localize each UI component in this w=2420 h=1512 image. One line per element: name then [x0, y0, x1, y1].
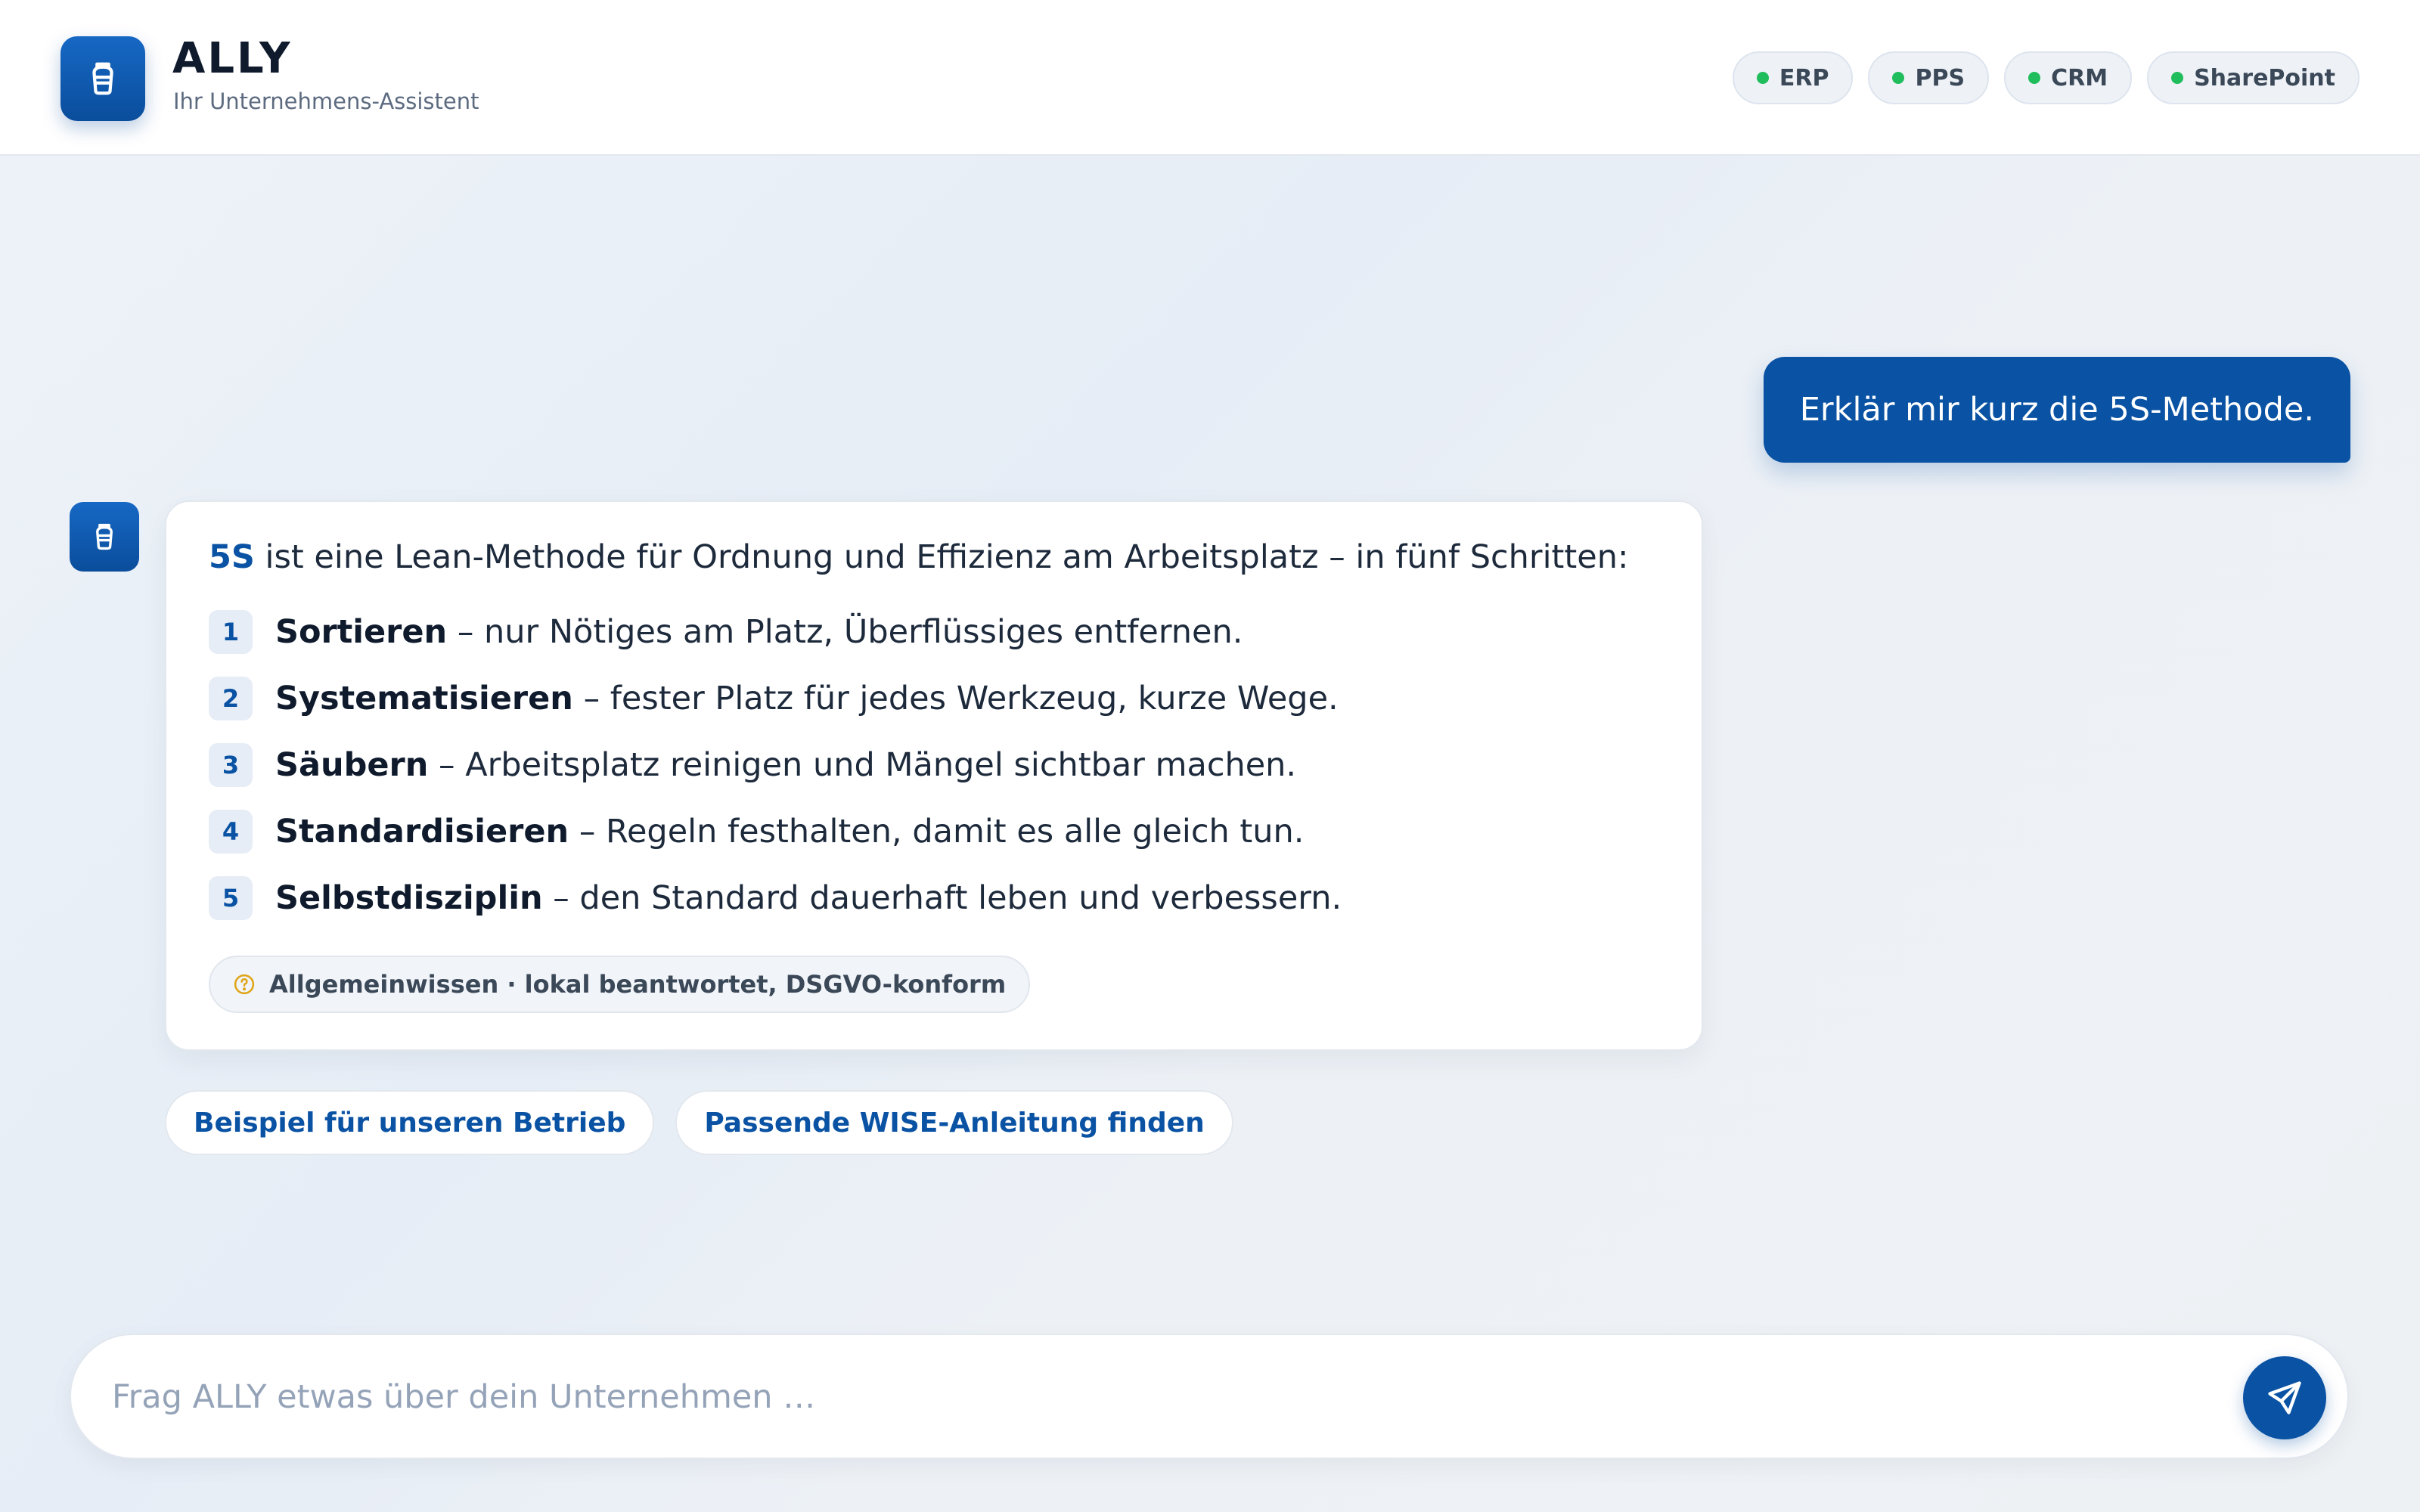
- step-item: 4 Standardisieren – Regeln festhalten, d…: [209, 807, 1304, 856]
- system-label: CRM: [2051, 64, 2108, 91]
- step-text: Selbstdisziplin – den Standard dauerhaft…: [275, 879, 1342, 917]
- assistant-answer-card: 5S ist eine Lean-Methode für Ordnung und…: [165, 500, 1703, 1051]
- step-term: Sortieren: [275, 613, 448, 651]
- step-text: Säubern – Arbeitsplatz reinigen und Mäng…: [275, 746, 1296, 784]
- user-message-bubble: Erklär mir kurz die 5S-Methode.: [1763, 357, 2350, 463]
- step-number: 3: [209, 743, 253, 787]
- step-term: Systematisieren: [275, 680, 573, 717]
- answer-intro-term: 5S: [209, 538, 255, 576]
- step-item: 2 Systematisieren – fester Platz für jed…: [209, 674, 1339, 723]
- step-text: Standardisieren – Regeln festhalten, dam…: [275, 813, 1304, 850]
- system-pill-sharepoint[interactable]: SharePoint: [2147, 51, 2360, 104]
- app-title: ALLY: [172, 34, 293, 83]
- user-message-text: Erklär mir kurz die 5S-Methode.: [1799, 391, 2314, 429]
- status-dot: [2028, 72, 2041, 84]
- question-circle-icon: [234, 974, 255, 995]
- answer-intro: 5S ist eine Lean-Methode für Ordnung und…: [209, 538, 1628, 576]
- step-number: 5: [209, 876, 253, 920]
- step-text: Systematisieren – fester Platz für jedes…: [275, 680, 1339, 717]
- step-desc: – Arbeitsplatz reinigen und Mängel sicht…: [428, 746, 1297, 784]
- source-badge[interactable]: Allgemeinwissen · lokal beantwortet, DSG…: [209, 956, 1031, 1013]
- system-pill-erp[interactable]: ERP: [1732, 51, 1854, 104]
- answer-intro-text: ist eine Lean-Methode für Ordnung und Ef…: [254, 538, 1629, 576]
- step-desc: – fester Platz für jedes Werkzeug, kurze…: [572, 680, 1339, 717]
- status-dot: [2171, 72, 2184, 84]
- step-number: 2: [209, 677, 253, 720]
- app-logo: [60, 36, 145, 121]
- step-number: 1: [209, 610, 253, 654]
- connected-systems: ERP PPS CRM SharePoint: [1732, 51, 2360, 104]
- step-term: Säubern: [275, 746, 429, 784]
- system-pill-pps[interactable]: PPS: [1868, 51, 1990, 104]
- step-term: Selbstdisziplin: [275, 879, 543, 917]
- step-text: Sortieren – nur Nötiges am Platz, Überfl…: [275, 613, 1243, 651]
- suggestion-wise-guide-button[interactable]: Passende WISE-Anleitung finden: [675, 1090, 1233, 1155]
- app-subtitle: Ihr Unternehmens-Assistent: [173, 88, 479, 114]
- step-desc: – Regeln festhalten, damit es alle gleic…: [569, 813, 1305, 850]
- step-desc: – den Standard dauerhaft leben und verbe…: [542, 879, 1342, 917]
- system-label: PPS: [1915, 64, 1965, 91]
- step-item: 3 Säubern – Arbeitsplatz reinigen und Mä…: [209, 741, 1296, 789]
- system-pill-crm[interactable]: CRM: [2004, 51, 2133, 104]
- message-composer: [70, 1334, 2349, 1459]
- step-item: 5 Selbstdisziplin – den Standard dauerha…: [209, 874, 1342, 922]
- source-label: Allgemeinwissen · lokal beantwortet, DSG…: [269, 970, 1007, 999]
- step-number: 4: [209, 810, 253, 854]
- assistant-cup-icon: [92, 62, 113, 95]
- system-label: ERP: [1779, 64, 1829, 91]
- app-header: ALLY Ihr Unternehmens-Assistent ERP PPS …: [0, 0, 2420, 156]
- suggestion-example-button[interactable]: Beispiel für unseren Betrieb: [165, 1090, 655, 1155]
- step-term: Standardisieren: [275, 813, 569, 850]
- bot-avatar: [70, 502, 139, 572]
- send-icon: [2268, 1381, 2301, 1414]
- status-dot: [1892, 72, 1905, 84]
- assistant-cup-icon: [96, 523, 113, 550]
- step-item: 1 Sortieren – nur Nötiges am Platz, Über…: [209, 608, 1243, 656]
- send-button[interactable]: [2243, 1356, 2326, 1439]
- suggestion-chips: Beispiel für unseren Betrieb Passende WI…: [165, 1090, 1233, 1155]
- step-desc: – nur Nötiges am Platz, Überflüssiges en…: [447, 613, 1243, 651]
- system-label: SharePoint: [2194, 64, 2335, 91]
- message-input[interactable]: [110, 1362, 2216, 1432]
- status-dot: [1756, 72, 1769, 84]
